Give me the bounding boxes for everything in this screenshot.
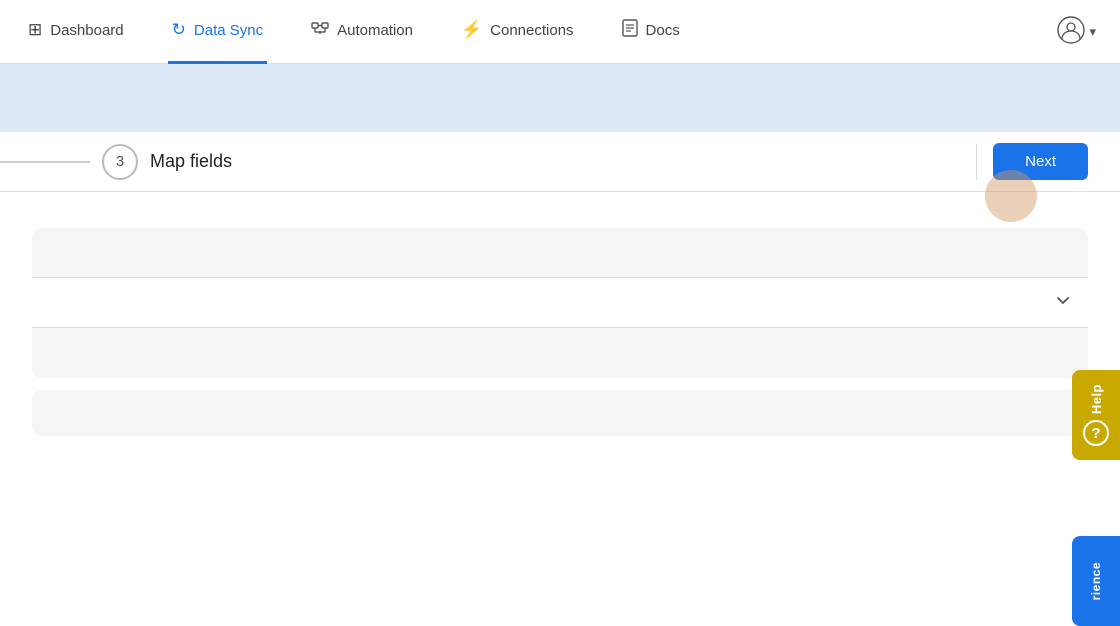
step-line [0,161,90,163]
user-dropdown-arrow: ▾ [1089,24,1096,40]
automation-icon [311,19,329,42]
nav-label-data-sync: Data Sync [194,22,263,39]
chevron-down-icon [1054,291,1072,314]
step-bar: 3 Map fields Next [0,132,1120,192]
nav-item-data-sync[interactable]: ↻ Data Sync [168,0,267,64]
step-bar-actions: Next [976,143,1120,180]
docs-icon [622,19,638,42]
fields-container [32,228,1088,378]
user-menu[interactable]: ▾ [1057,16,1096,48]
nav-label-automation: Automation [337,22,413,39]
field-row-1 [32,228,1088,278]
nav-label-dashboard: Dashboard [50,22,123,39]
help-label: Help [1089,384,1104,414]
nav-item-docs[interactable]: Docs [618,0,684,64]
connections-icon: ⚡ [461,20,482,40]
next-button[interactable]: Next [993,143,1088,180]
nav-item-dashboard[interactable]: ⊞ Dashboard [24,0,128,64]
experience-button[interactable]: rience [1072,536,1120,626]
user-avatar-icon [1057,16,1085,48]
step-number: 3 [102,144,138,180]
step-title: Map fields [150,151,232,172]
help-circle-icon: ? [1083,420,1109,446]
experience-label: rience [1089,562,1103,600]
step-bar-divider [976,144,977,180]
dashboard-icon: ⊞ [28,20,42,40]
nav-item-connections[interactable]: ⚡ Connections [457,0,578,64]
blue-banner [0,64,1120,132]
bottom-content-row [32,390,1088,436]
main-navigation: ⊞ Dashboard ↻ Data Sync Automation ⚡ Con… [0,0,1120,64]
field-row-3 [32,328,1088,378]
nav-label-connections: Connections [490,22,573,39]
nav-label-docs: Docs [646,22,680,39]
data-sync-icon: ↻ [172,20,186,40]
help-question-icon: ? [1091,425,1100,442]
main-content [0,192,1120,436]
field-row-dropdown[interactable] [32,278,1088,328]
help-button[interactable]: Help ? [1072,370,1120,460]
nav-item-automation[interactable]: Automation [307,0,417,64]
